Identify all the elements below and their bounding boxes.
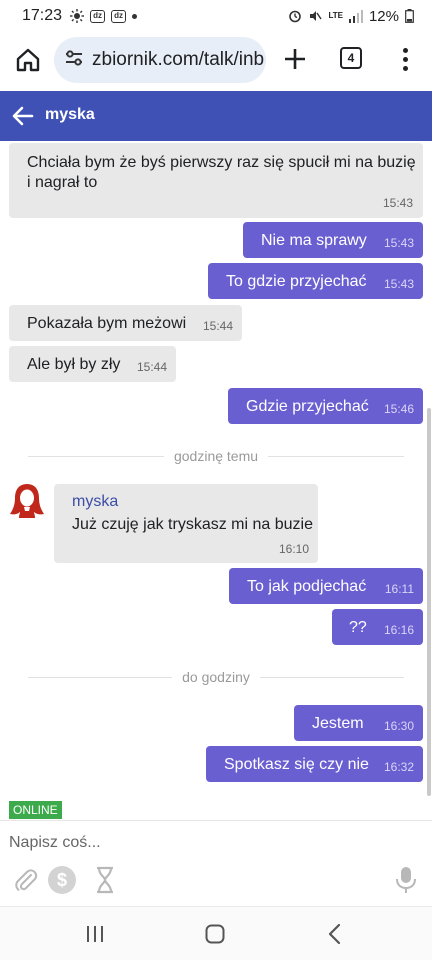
message-text: ?? <box>349 619 367 636</box>
divider-label: do godziny <box>182 669 250 685</box>
avatar[interactable] <box>8 481 46 519</box>
time-divider: godzinę temu <box>28 446 404 466</box>
chat-header: myska <box>0 91 432 141</box>
tab-switcher-button[interactable]: 4 <box>340 47 362 69</box>
clock: 17:23 <box>22 7 63 24</box>
message-incoming: Pokazała bym meżowi 15:44 <box>9 305 242 341</box>
mute-icon <box>308 9 323 23</box>
battery-icon <box>405 9 414 23</box>
message-text: Już czuję jak tryskasz mi na buzie <box>72 516 313 533</box>
message-list[interactable]: Chciała bym że byś pierwszy raz się spuc… <box>0 141 432 819</box>
message-time: 15:43 <box>382 196 413 210</box>
home-nav-button[interactable] <box>202 922 228 946</box>
home-square-icon <box>205 924 225 944</box>
message-time: 16:16 <box>383 623 414 637</box>
status-bar: 17:23 dz dz LTE 12% <box>0 0 432 32</box>
alarm-icon <box>288 9 302 23</box>
message-time: 15:44 <box>202 319 233 333</box>
home-icon <box>16 48 40 72</box>
attach-button[interactable] <box>10 864 42 896</box>
message-time: 15:43 <box>383 236 414 250</box>
message-text: i nagrał to <box>27 174 98 191</box>
message-incoming: myska Już czuję jak tryskasz mi na buzie… <box>54 484 318 563</box>
microphone-icon <box>396 867 416 893</box>
message-outgoing: Spotkasz się czy nie 16:32 <box>206 746 423 782</box>
message-text: Chciała bym że byś pierwszy raz się spuc… <box>27 154 416 171</box>
message-text: To jak podjechać <box>247 578 367 595</box>
online-status-badge: ONLINE <box>9 801 62 819</box>
back-button[interactable] <box>10 103 36 129</box>
divider-label: godzinę temu <box>173 448 259 464</box>
message-time: 16:32 <box>383 760 414 774</box>
message-text: Gdzie przyjechać <box>246 398 369 415</box>
message-time: 16:30 <box>383 719 414 733</box>
hourglass-icon <box>97 866 113 894</box>
message-incoming: Chciała bym że byś pierwszy raz się spuc… <box>9 143 423 218</box>
message-outgoing: To jak podjechać 16:11 <box>229 568 423 604</box>
message-incoming: Ale był by zły 15:44 <box>9 346 176 382</box>
dollar-coin-icon: $ <box>48 866 76 894</box>
address-bar[interactable]: zbiornik.com/talk/inb <box>54 37 266 83</box>
browser-menu-button[interactable] <box>394 44 416 74</box>
message-time: 16:11 <box>384 582 414 596</box>
message-sender[interactable]: myska <box>72 491 118 512</box>
scrollbar[interactable] <box>427 408 431 796</box>
svg-text:$: $ <box>57 870 67 890</box>
recent-apps-button[interactable] <box>82 922 108 946</box>
message-text: Pokazała bym meżowi <box>27 315 187 332</box>
female-avatar-icon <box>10 484 44 518</box>
message-time: 15:43 <box>383 277 414 291</box>
more-notifications-dot <box>132 13 138 19</box>
message-outgoing: To gdzie przyjechać 15:43 <box>208 263 423 299</box>
message-time: 15:44 <box>136 360 167 374</box>
system-nav-bar <box>0 906 432 960</box>
message-text: Nie ma sprawy <box>261 232 367 249</box>
more-vert-icon <box>402 47 408 53</box>
notification-badge: dz <box>90 9 106 23</box>
message-text: Spotkasz się czy nie <box>224 756 369 773</box>
message-text: Jestem <box>312 715 364 732</box>
battery-percent: 12% <box>368 7 399 25</box>
message-input[interactable] <box>0 821 432 865</box>
message-outgoing: Nie ma sprawy 15:43 <box>243 222 423 258</box>
message-time: 15:46 <box>383 402 414 416</box>
message-outgoing: ?? 16:16 <box>332 609 423 645</box>
time-divider: do godziny <box>28 667 404 687</box>
voice-button[interactable] <box>390 864 422 896</box>
network-type: LTE <box>328 11 343 20</box>
back-nav-button[interactable] <box>322 922 348 946</box>
sun-icon <box>70 9 85 23</box>
recents-icon <box>87 926 103 942</box>
message-text: To gdzie przyjechać <box>226 273 367 290</box>
notification-badge: dz <box>111 9 127 23</box>
signal-icon <box>348 9 363 23</box>
site-settings-icon[interactable] <box>64 48 84 73</box>
message-outgoing: Gdzie przyjechać 15:46 <box>228 388 423 424</box>
message-text: Ale był by zły <box>27 356 121 373</box>
home-button[interactable] <box>12 44 44 76</box>
contact-name: myska <box>45 106 95 123</box>
timer-button[interactable] <box>89 864 121 896</box>
payment-button[interactable]: $ <box>46 864 78 896</box>
paperclip-icon <box>15 869 38 891</box>
browser-toolbar: zbiornik.com/talk/inb 4 <box>0 32 432 90</box>
plus-icon <box>285 49 305 69</box>
message-outgoing: Jestem 16:30 <box>294 705 423 741</box>
message-time: 16:10 <box>278 542 309 556</box>
chevron-left-icon <box>328 923 341 945</box>
arrow-left-icon <box>12 106 34 126</box>
url-text[interactable]: zbiornik.com/talk/inb <box>92 49 264 71</box>
new-tab-button[interactable] <box>280 44 310 74</box>
